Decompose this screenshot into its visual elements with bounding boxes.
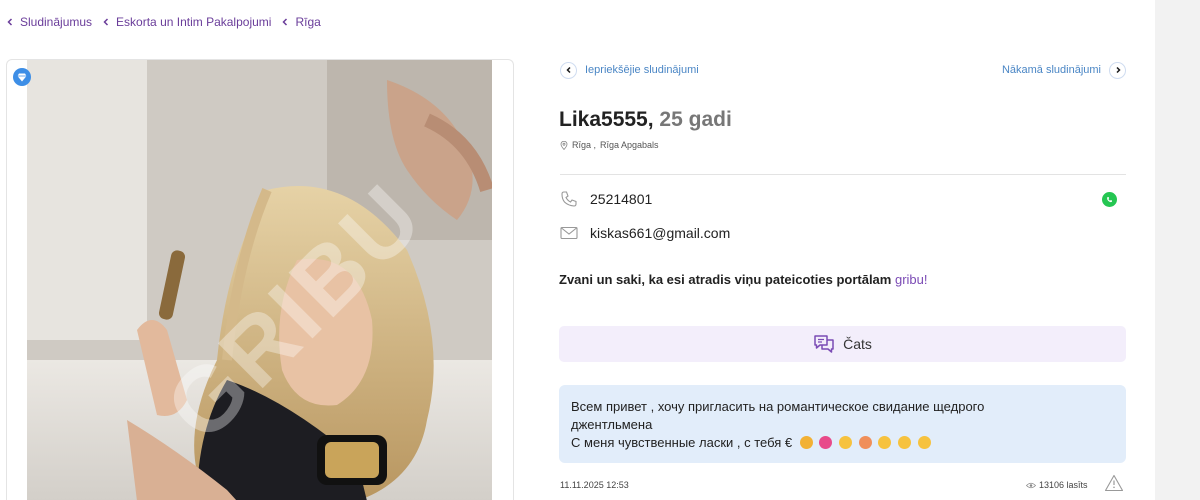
- eye-icon: [1026, 482, 1036, 488]
- breadcrumb-label: Sludinājumus: [20, 15, 93, 29]
- views-count: 13106 lasīts: [1039, 480, 1088, 490]
- listing-age: 25 gadi: [659, 108, 732, 131]
- chevron-left-icon: [282, 18, 288, 26]
- cta-link[interactable]: gribu!: [895, 272, 928, 287]
- blushing-emoji-icon: [917, 436, 931, 449]
- chevron-left-icon: [7, 18, 13, 26]
- description-line-with-emojis: С меня чувственные ласки , с тебя €: [571, 434, 1114, 452]
- phone-icon: [560, 190, 580, 208]
- chat-label: Čats: [843, 336, 872, 352]
- chevron-left-icon: [103, 18, 109, 26]
- location-city: Rīga ,: [572, 140, 597, 150]
- call-to-action-text: Zvani un saki, ka esi atradis viņu patei…: [559, 272, 928, 287]
- chat-button[interactable]: Čats: [559, 326, 1126, 362]
- breadcrumb-label: Rīga: [295, 15, 321, 29]
- listing-title: Lika5555, 25 gadi: [559, 108, 732, 132]
- phone-row[interactable]: 25214801: [560, 190, 652, 208]
- mail-icon: [560, 226, 580, 240]
- listing-date: 11.11.2025 12:53: [560, 480, 629, 490]
- breadcrumb-item-sludinajumus[interactable]: Sludinājumus: [6, 15, 92, 29]
- cta-text: Zvani un saki, ka esi atradis viņu patei…: [559, 272, 895, 287]
- page-gutter: [1155, 0, 1200, 500]
- phone-number[interactable]: 25214801: [590, 191, 652, 207]
- location-region: Rīga Apgabals: [600, 140, 659, 150]
- listing-location: Rīga , Rīga Apgabals: [560, 140, 659, 150]
- breadcrumb: Sludinājumus Eskorta un Intim Pakalpojum…: [6, 15, 331, 29]
- prev-listing-link[interactable]: Iepriekšējie sludinājumi: [560, 61, 699, 79]
- blushing-emoji-icon: [878, 436, 892, 449]
- warning-triangle-icon[interactable]: [1104, 474, 1124, 497]
- description-line: Всем привет , хочу пригласить на романти…: [571, 399, 985, 414]
- listing-name: Lika5555,: [559, 108, 654, 131]
- blushing-emoji-icon: [897, 436, 911, 449]
- kissing-emoji-icon: [858, 436, 872, 449]
- breadcrumb-label: Eskorta un Intim Pakalpojumi: [116, 15, 272, 29]
- chevron-left-icon: [560, 61, 577, 79]
- smiling-emoji-icon: [839, 436, 853, 449]
- breadcrumb-item-eskorta[interactable]: Eskorta un Intim Pakalpojumi: [102, 15, 271, 29]
- chat-bubbles-icon: [814, 335, 834, 353]
- photo-gallery[interactable]: GRIBU: [6, 59, 514, 500]
- listing-photo[interactable]: GRIBU: [27, 60, 492, 500]
- views-counter: 13106 lasīts: [1026, 480, 1088, 490]
- diamond-icon: [13, 68, 31, 86]
- chevron-right-icon: [1109, 61, 1126, 79]
- location-pin-icon: [560, 140, 568, 150]
- whatsapp-icon[interactable]: [1102, 192, 1117, 207]
- description-box: Всем привет , хочу пригласить на романти…: [559, 385, 1126, 463]
- heart-eyes-emoji-icon: [819, 436, 833, 449]
- prev-listing-label: Iepriekšējie sludinājumi: [585, 64, 699, 76]
- email-address[interactable]: kiskas661@gmail.com: [590, 225, 730, 241]
- description-line: С меня чувственные ласки , с тебя €: [571, 435, 793, 450]
- money-face-emoji-icon: [799, 436, 813, 449]
- email-row[interactable]: kiskas661@gmail.com: [560, 225, 730, 241]
- breadcrumb-item-riga[interactable]: Rīga: [281, 15, 321, 29]
- next-listing-link[interactable]: Nākamā sludinājumi: [1001, 61, 1126, 79]
- description-line: джентльмена: [571, 417, 653, 432]
- next-listing-label: Nākamā sludinājumi: [1001, 64, 1101, 76]
- divider: [560, 174, 1126, 175]
- listing-navigation: Iepriekšējie sludinājumi Nākamā sludināj…: [560, 60, 1126, 80]
